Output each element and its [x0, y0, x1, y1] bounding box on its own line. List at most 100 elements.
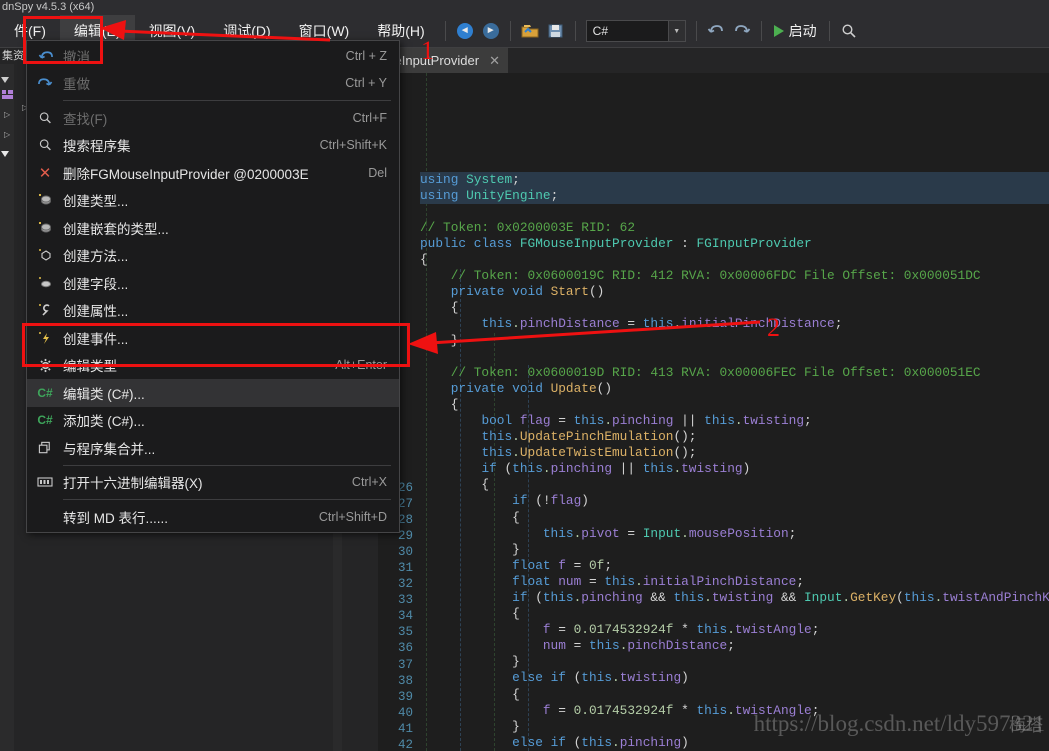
code-line: f = 0.0174532924f * this.twistAngle; [542, 702, 820, 718]
line-number: 37 [397, 657, 413, 672]
menu-item-label: 转到 MD 表行...... [63, 510, 169, 526]
undo-icon[interactable] [703, 19, 729, 43]
toolbar-divider-5 [760, 21, 762, 41]
menu-item-label: 创建属性... [63, 304, 129, 320]
menu-item-15[interactable]: 打开十六进制编辑器(X) Ctrl+X [27, 469, 399, 497]
edit-menu-dropdown[interactable]: 撤消 Ctrl + Z 重做 Ctrl + Y 查找(F) Ctrl+F 搜索程序集 Ctrl… [26, 40, 400, 533]
menu-item-shortcut: Del [368, 165, 387, 180]
code-line: private void Start() [450, 284, 605, 300]
back-arrow-icon[interactable]: ◄ [452, 19, 478, 43]
menu-item-13[interactable]: C# 添加类 (C#)... [27, 407, 399, 435]
redo-icon[interactable] [729, 19, 755, 43]
menu-item-6[interactable]: 创建嵌套的类型... [27, 214, 399, 242]
undo-icon [27, 49, 63, 63]
menu-separator [63, 499, 391, 500]
open-folder-icon[interactable] [517, 19, 543, 43]
menu-separator [63, 464, 391, 466]
annotation-label-2: 2 [767, 313, 780, 342]
menu-item-12[interactable]: C# 编辑类 (C#)... [27, 379, 399, 407]
menu-item-shortcut: Alt+Enter [335, 358, 387, 373]
menu-item-5[interactable]: 创建类型... [27, 187, 399, 215]
play-icon [773, 25, 784, 37]
menu-item-shortcut: Ctrl+Shift+D [318, 509, 387, 524]
save-icon[interactable] [543, 19, 569, 43]
menu-item-shortcut: Ctrl + Y [345, 76, 387, 91]
forward-arrow-icon[interactable]: ► [478, 19, 504, 43]
new-property-icon [27, 303, 63, 317]
code-line: } [420, 654, 520, 670]
toolbar-divider-3 [574, 21, 576, 41]
code-line: public class FGMouseInputProvider : FGIn… [420, 235, 812, 251]
menu-item-9[interactable]: 创建属性... [27, 297, 399, 325]
menu-item-shortcut: Ctrl+F [352, 110, 387, 125]
hex-editor-icon [27, 476, 63, 488]
menu-item-16[interactable]: 转到 MD 表行...... Ctrl+Shift+D [27, 503, 399, 531]
menu-item-7[interactable]: 创建方法... [27, 242, 399, 270]
merge-icon [27, 441, 63, 455]
code-line: { [420, 477, 490, 493]
source-code[interactable]: using System; using UnityEngine; // Token… [420, 73, 1049, 751]
menu-item-label: 创建方法... [63, 249, 129, 265]
csharp-icon: C# [37, 413, 53, 428]
menu-item-label: 打开十六进制编辑器(X) [63, 476, 203, 492]
menu-item-label: 创建类型... [63, 194, 129, 210]
toolbar-divider-6 [828, 21, 830, 41]
code-line: { [420, 300, 459, 316]
code-line: { [420, 606, 520, 622]
code-line: this.pivot = Input.mousePosition; [542, 525, 797, 541]
code-line: } [420, 332, 459, 348]
code-line: using System; [420, 171, 1049, 188]
menu-item-3[interactable]: 搜索程序集 Ctrl+Shift+K [27, 132, 399, 160]
code-line: else if (this.pinching) [512, 734, 689, 750]
code-line: if (!flag) [512, 493, 589, 509]
menu-item-label: 重做 [63, 77, 90, 93]
delete-x-icon: ✕ [38, 164, 52, 182]
menu-item-label: 编辑类 (C#)... [63, 386, 145, 402]
menu-item-label: 添加类 (C#)... [63, 414, 145, 430]
gear-icon [27, 358, 63, 373]
menu-item-label: 编辑类型 [63, 359, 117, 375]
menu-item-10[interactable]: 创建事件... [27, 324, 399, 352]
code-line: else if (this.twisting) [512, 670, 689, 686]
search-icon [27, 111, 63, 125]
menu-item-label: 撤消 [63, 49, 90, 65]
new-type-icon [27, 193, 63, 207]
code-line: { [420, 509, 520, 525]
menu-item-1[interactable]: 重做 Ctrl + Y [27, 70, 399, 98]
code-line: using UnityEngine; [420, 187, 1049, 204]
new-method-icon [27, 248, 63, 262]
menu-item-4[interactable]: ✕ 删除FGMouseInputProvider @0200003E Del [27, 159, 399, 187]
language-combo[interactable]: C# ▼ [585, 20, 686, 42]
search-icon [27, 138, 63, 152]
menu-separator [63, 100, 391, 101]
window-title-bar: dnSpy v4.5.3 (x64) [0, 0, 1049, 15]
close-icon[interactable]: ✕ [489, 53, 500, 69]
menu-item-11[interactable]: 编辑类型 Alt+Enter [27, 352, 399, 380]
search-icon[interactable] [836, 19, 862, 43]
menu-item-label: 查找(F) [63, 111, 108, 127]
code-line: float num = this.initialPinchDistance; [512, 573, 805, 589]
editor-tab-strip: seInputProvider ✕ [378, 48, 1049, 73]
chevron-down-icon[interactable]: ▼ [667, 21, 685, 41]
code-line: f = 0.0174532924f * this.twistAngle; [542, 622, 820, 638]
code-line: { [420, 252, 428, 268]
window-title: dnSpy v4.5.3 (x64) [2, 1, 95, 13]
menu-item-14[interactable]: 与程序集合并... [27, 434, 399, 462]
line-number: 33 [397, 593, 413, 608]
code-line: this.UpdateTwistEmulation(); [481, 445, 697, 461]
code-line: } [420, 541, 520, 557]
code-line: if (this.pinching || this.twisting) [481, 461, 751, 477]
menu-item-label: 创建事件... [63, 331, 129, 347]
code-line: { [420, 396, 459, 412]
start-debug-button[interactable]: 启动 [768, 21, 823, 41]
redo-icon [27, 76, 63, 90]
menu-item-8[interactable]: 创建字段... [27, 269, 399, 297]
line-number: 30 [397, 544, 413, 559]
code-line: // Token: 0x0200003E RID: 62 [420, 219, 636, 235]
line-number: 39 [397, 689, 413, 704]
start-debug-label: 启动 [788, 23, 817, 39]
menu-item-0[interactable]: 撤消 Ctrl + Z [27, 42, 399, 70]
menu-item-2[interactable]: 查找(F) Ctrl+F [27, 104, 399, 132]
toolbar-divider-4 [695, 21, 697, 41]
